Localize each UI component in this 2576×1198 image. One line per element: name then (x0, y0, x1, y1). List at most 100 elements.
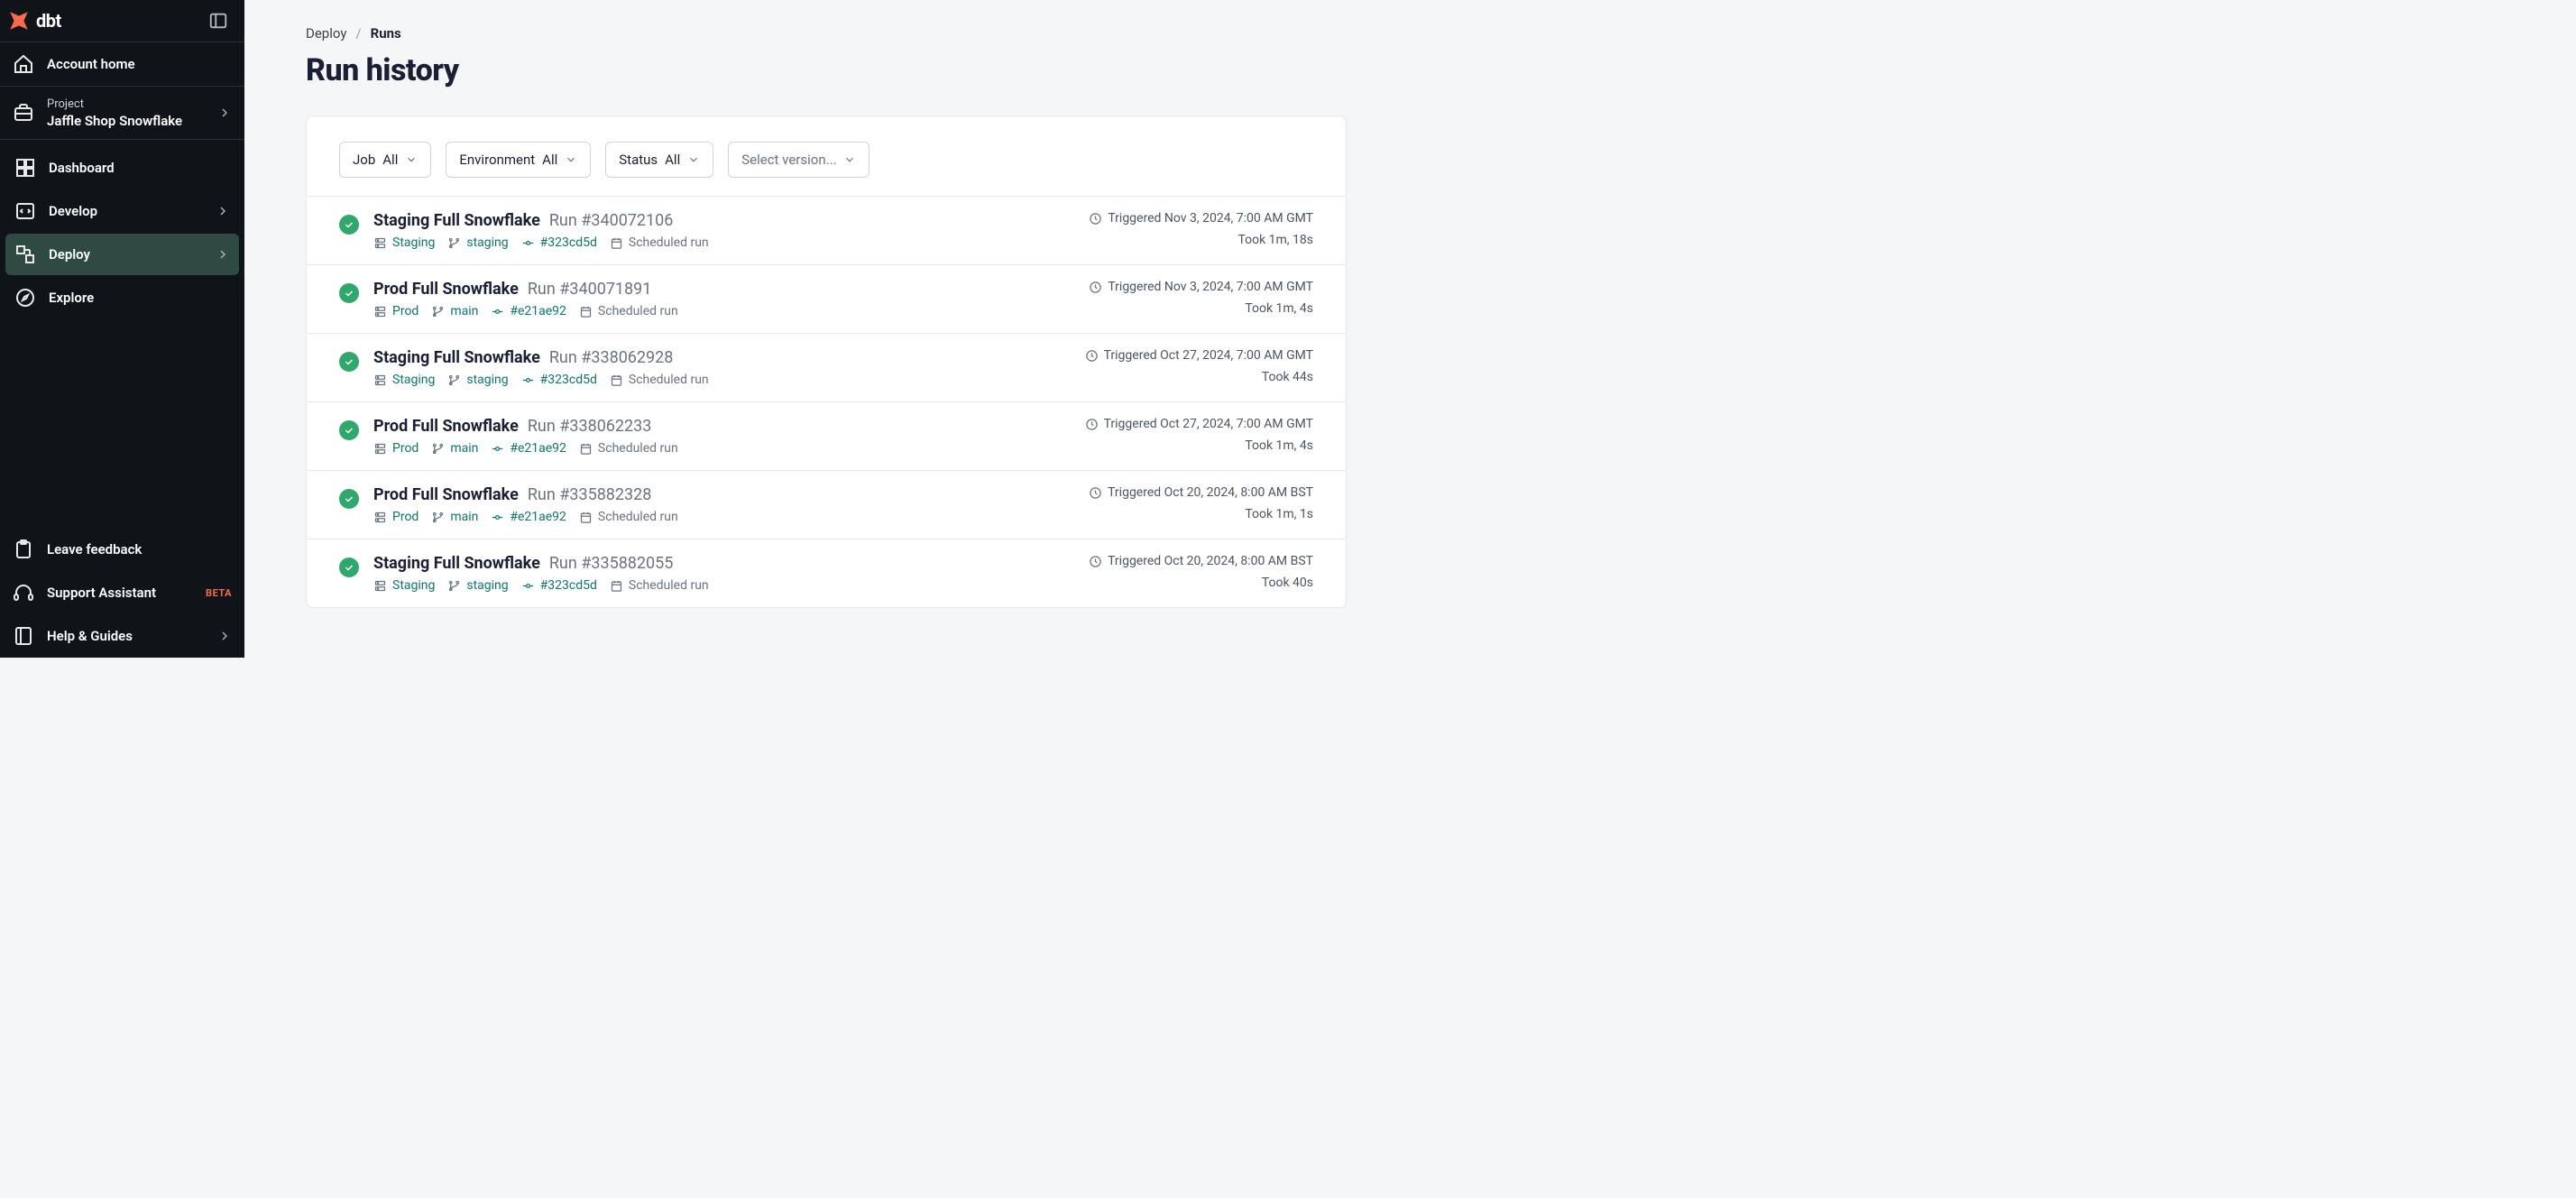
meta-type-text: Scheduled run (629, 235, 709, 250)
run-number: Run #340072106 (549, 211, 674, 230)
server-icon (373, 236, 387, 250)
meta-branch[interactable]: staging (447, 235, 508, 250)
meta-env-text: Prod (392, 304, 419, 318)
clipboard-icon (13, 539, 34, 560)
run-row[interactable]: Staging Full Snowflake Run #338062928 St… (307, 334, 1346, 402)
meta-branch-text: main (450, 510, 478, 524)
meta-branch[interactable]: main (431, 441, 478, 456)
duration-text: Took 1m, 4s (1245, 438, 1313, 453)
run-right: Triggered Nov 3, 2024, 7:00 AM GMT Took … (1089, 280, 1313, 318)
breadcrumb: Deploy / Runs (306, 25, 1347, 41)
duration-text: Took 44s (1262, 370, 1313, 384)
run-main: Prod Full Snowflake Run #338062233 Prod … (373, 417, 1071, 456)
sidebar-item-support[interactable]: Support Assistant BETA (0, 571, 244, 614)
project-name: Jaffle Shop Snowflake (47, 113, 205, 129)
sidebar-item-deploy[interactable]: Deploy (5, 234, 239, 275)
server-icon (373, 579, 387, 593)
branch-icon (431, 442, 445, 456)
clock-icon (1089, 486, 1102, 500)
run-row[interactable]: Prod Full Snowflake Run #335882328 Prod … (307, 471, 1346, 539)
triggered-text: Triggered Oct 20, 2024, 8:00 AM BST (1108, 485, 1313, 500)
meta-commit[interactable]: #323cd5d (521, 235, 597, 250)
chevron-right-icon (217, 629, 232, 643)
chevron-down-icon (687, 153, 700, 166)
sidebar-item-account-home[interactable]: Account home (0, 42, 244, 86)
meta-commit-text: #e21ae92 (510, 510, 566, 524)
run-meta-line: Staging staging #323cd5d Scheduled run (373, 373, 1071, 387)
sidebar-item-label: Account home (47, 56, 232, 72)
filter-placeholder: Select version... (741, 152, 836, 168)
meta-environment[interactable]: Staging (373, 235, 435, 250)
status-success-icon (339, 558, 359, 577)
meta-commit[interactable]: #323cd5d (521, 578, 597, 593)
run-title-line: Prod Full Snowflake Run #338062233 (373, 417, 1071, 436)
meta-env-text: Staging (392, 373, 435, 387)
meta-environment[interactable]: Staging (373, 578, 435, 593)
run-row[interactable]: Prod Full Snowflake Run #338062233 Prod … (307, 402, 1346, 471)
run-title-line: Prod Full Snowflake Run #335882328 (373, 485, 1074, 504)
sidebar-item-feedback[interactable]: Leave feedback (0, 528, 244, 571)
meta-commit[interactable]: #e21ae92 (491, 441, 566, 456)
run-right: Triggered Oct 27, 2024, 7:00 AM GMT Took… (1085, 348, 1313, 387)
meta-branch[interactable]: staging (447, 578, 508, 593)
triggered-text: Triggered Nov 3, 2024, 7:00 AM GMT (1108, 280, 1313, 294)
beta-badge: BETA (206, 587, 232, 599)
meta-branch-text: staging (466, 373, 508, 387)
run-right: Triggered Oct 27, 2024, 7:00 AM GMT Took… (1085, 417, 1313, 456)
meta-branch[interactable]: staging (447, 373, 508, 387)
triggered-line: Triggered Nov 3, 2024, 7:00 AM GMT (1089, 280, 1313, 294)
filter-version[interactable]: Select version... (728, 142, 869, 178)
meta-branch[interactable]: main (431, 304, 478, 318)
sidebar-item-develop[interactable]: Develop (5, 190, 239, 232)
meta-environment[interactable]: Prod (373, 304, 419, 318)
run-row[interactable]: Prod Full Snowflake Run #340071891 Prod … (307, 265, 1346, 334)
code-icon (14, 200, 36, 222)
meta-type-text: Scheduled run (629, 578, 709, 593)
status-success-icon (339, 489, 359, 509)
clock-icon (1089, 555, 1102, 568)
commit-icon (491, 442, 504, 456)
meta-branch[interactable]: main (431, 510, 478, 524)
run-number: Run #340071891 (528, 280, 652, 299)
calendar-icon (610, 579, 623, 593)
meta-commit[interactable]: #e21ae92 (491, 510, 566, 524)
filter-job[interactable]: Job All (339, 142, 431, 178)
sidebar-item-dashboard[interactable]: Dashboard (5, 147, 239, 189)
book-icon (13, 625, 34, 647)
run-job-name: Prod Full Snowflake (373, 280, 519, 299)
commit-icon (521, 579, 535, 593)
sidebar-item-explore[interactable]: Explore (5, 277, 239, 318)
run-meta-line: Prod main #e21ae92 Scheduled run (373, 304, 1074, 318)
meta-commit[interactable]: #323cd5d (521, 373, 597, 387)
run-job-name: Staging Full Snowflake (373, 554, 540, 573)
meta-environment[interactable]: Prod (373, 441, 419, 456)
main-content: Deploy / Runs Run history Job All Enviro… (244, 0, 1408, 658)
sidebar-item-project[interactable]: Project Jaffle Shop Snowflake (0, 87, 244, 139)
filter-bar: Job All Environment All Status All Selec… (307, 116, 1346, 196)
meta-branch-text: staging (466, 578, 508, 593)
triggered-text: Triggered Oct 20, 2024, 8:00 AM BST (1108, 554, 1313, 568)
filter-status[interactable]: Status All (605, 142, 713, 178)
deploy-icon (14, 244, 36, 265)
meta-commit[interactable]: #e21ae92 (491, 304, 566, 318)
collapse-sidebar-button[interactable] (208, 11, 228, 31)
run-row[interactable]: Staging Full Snowflake Run #335882055 St… (307, 539, 1346, 607)
run-right: Triggered Nov 3, 2024, 7:00 AM GMT Took … (1089, 211, 1313, 250)
calendar-icon (610, 236, 623, 250)
meta-environment[interactable]: Prod (373, 510, 419, 524)
triggered-line: Triggered Nov 3, 2024, 7:00 AM GMT (1089, 211, 1313, 226)
sidebar-item-help[interactable]: Help & Guides (0, 614, 244, 658)
chevron-down-icon (565, 153, 577, 166)
breadcrumb-parent[interactable]: Deploy (306, 25, 346, 41)
compass-icon (14, 287, 36, 309)
triggered-text: Triggered Oct 27, 2024, 7:00 AM GMT (1104, 417, 1313, 431)
meta-env-text: Staging (392, 578, 435, 593)
filter-environment[interactable]: Environment All (446, 142, 591, 178)
meta-env-text: Prod (392, 441, 419, 456)
commit-icon (491, 305, 504, 318)
run-row[interactable]: Staging Full Snowflake Run #340072106 St… (307, 197, 1346, 265)
server-icon (373, 305, 387, 318)
logo[interactable]: dbt (7, 9, 61, 32)
meta-environment[interactable]: Staging (373, 373, 435, 387)
breadcrumb-separator: / (355, 25, 361, 41)
